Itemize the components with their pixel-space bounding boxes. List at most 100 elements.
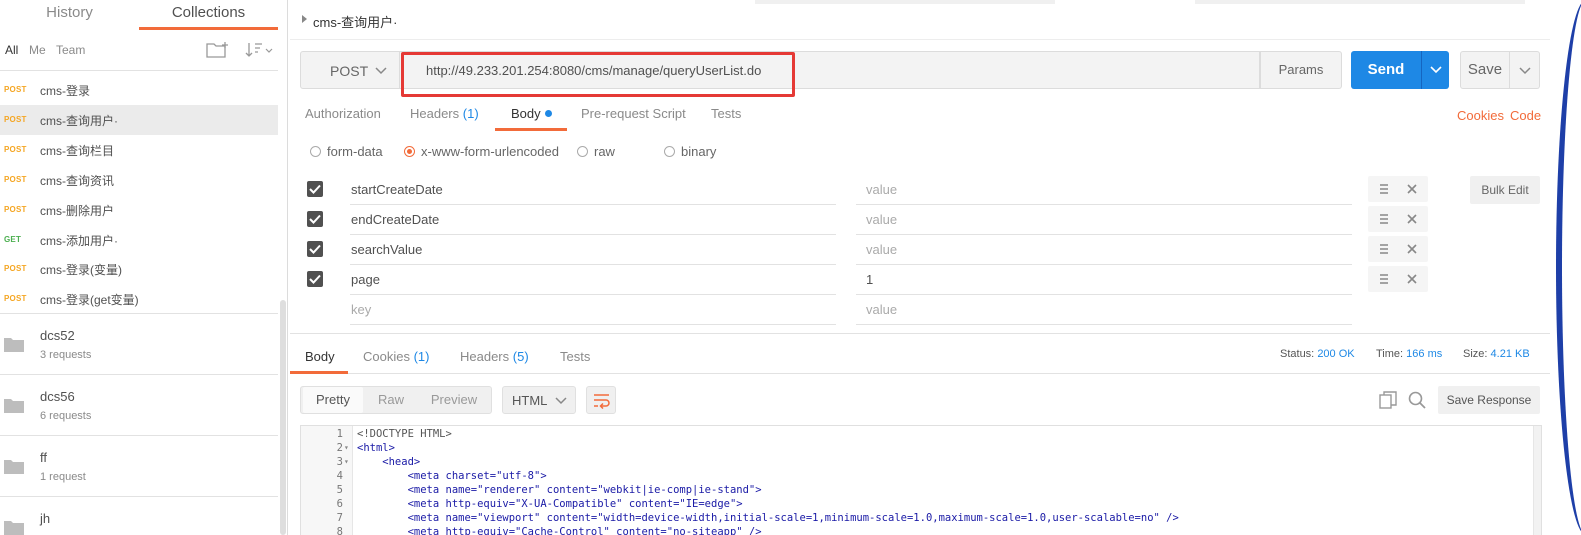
tab-body[interactable]: Body [511, 106, 552, 121]
new-param-key[interactable]: key [350, 295, 836, 325]
param-row-actions [1368, 176, 1428, 202]
request-tabs: Authorization Headers (1) Body Pre-reque… [290, 100, 1550, 131]
collection-folder[interactable]: ff 1 request [0, 435, 278, 496]
param-value[interactable]: value [856, 175, 1352, 205]
response-tab-body[interactable]: Body [305, 349, 335, 364]
sort-icon[interactable] [245, 40, 275, 60]
status-value: 200 OK [1317, 348, 1355, 360]
close-icon[interactable] [1406, 273, 1418, 285]
cookies-link[interactable]: Cookies [1457, 108, 1504, 123]
method-badge: POST [4, 145, 27, 154]
param-enabled-checkbox[interactable] [307, 181, 323, 197]
request-item[interactable]: POST cms-登录 [0, 75, 278, 105]
filter-all[interactable]: All [5, 43, 18, 57]
fold-arrow-icon[interactable]: ▾ [344, 455, 349, 469]
drag-handle-icon[interactable] [1378, 213, 1390, 225]
radio-binary[interactable]: binary [664, 144, 716, 159]
code-text: <!DOCTYPE HTML> [357, 428, 452, 440]
param-enabled-checkbox[interactable] [307, 241, 323, 257]
new-folder-icon[interactable] [206, 41, 230, 59]
radio-x-www-form-urlencoded[interactable]: x-www-form-urlencoded [404, 144, 559, 159]
param-enabled-checkbox[interactable] [307, 211, 323, 227]
response-body-editor[interactable]: 1 <!DOCTYPE HTML> 2 ▾ <html> 3 ▾ <head> 4 <m… [300, 425, 1542, 535]
fold-arrow-icon[interactable]: ▾ [344, 441, 349, 455]
tab-tests[interactable]: Tests [711, 106, 741, 121]
save-button[interactable]: Save [1460, 51, 1510, 89]
wrap-lines-button[interactable] [586, 386, 616, 414]
close-icon[interactable] [1406, 213, 1418, 225]
param-value[interactable]: 1 [856, 265, 1352, 295]
editor-scrollbar[interactable] [1533, 426, 1541, 535]
response-tab-cookies[interactable]: Cookies (1) [363, 349, 429, 364]
collection-folder[interactable]: jh [0, 496, 278, 535]
new-param-value[interactable]: value [856, 295, 1352, 325]
drag-handle-icon[interactable] [1378, 243, 1390, 255]
request-item[interactable]: POST cms-删除用户 [0, 195, 278, 225]
request-item[interactable]: POST cms-查询资讯 [0, 165, 278, 195]
filter-me[interactable]: Me [29, 43, 46, 57]
tab-headers[interactable]: Headers (1) [410, 106, 479, 121]
param-enabled-checkbox[interactable] [307, 271, 323, 287]
method-select[interactable]: POST [300, 51, 400, 89]
filter-team[interactable]: Team [56, 43, 85, 57]
expand-caret-icon[interactable] [302, 15, 307, 23]
view-raw-button[interactable]: Raw [367, 387, 415, 413]
code-line: 4 <meta charset="utf-8"> [301, 469, 1541, 483]
request-title[interactable]: cms-查询用户· [313, 12, 398, 31]
param-key[interactable]: startCreateDate [350, 175, 836, 205]
params-button[interactable]: Params [1260, 51, 1342, 89]
sidebar-scrollbar[interactable] [280, 300, 286, 535]
request-item[interactable]: POST cms-登录(get变量) [0, 284, 278, 314]
tab-headers-label: Headers [410, 106, 460, 121]
param-value[interactable]: value [856, 205, 1352, 235]
code-text: <meta name="renderer" content="webkit|ie… [357, 484, 762, 496]
save-options-button[interactable] [1510, 51, 1540, 89]
active-response-tab-underline [290, 371, 348, 374]
drag-handle-icon[interactable] [1378, 183, 1390, 195]
radio-button [664, 146, 675, 157]
param-key[interactable]: page [350, 265, 836, 295]
collection-folder[interactable]: dcs56 6 requests [0, 374, 278, 435]
format-select-value: HTML [512, 393, 548, 408]
tab-history[interactable]: History [0, 0, 139, 30]
param-key[interactable]: searchValue [350, 235, 836, 265]
format-select[interactable]: HTML [502, 386, 576, 414]
collection-folder[interactable]: dcs52 3 requests [0, 313, 278, 374]
drag-handle-icon[interactable] [1378, 273, 1390, 285]
url-input[interactable] [400, 51, 1260, 89]
copy-icon[interactable] [1379, 391, 1397, 409]
close-icon[interactable] [1406, 243, 1418, 255]
response-tabs: Body Cookies (1) Headers (5) Tests Statu… [290, 340, 1550, 374]
request-item[interactable]: POST cms-登录(变量) [0, 254, 278, 284]
method-badge: POST [4, 85, 27, 94]
tab-collections[interactable]: Collections [139, 0, 278, 30]
tab-prerequest-script[interactable]: Pre-request Script [581, 106, 686, 121]
save-response-button[interactable]: Save Response [1438, 386, 1540, 414]
request-item[interactable]: POST cms-查询栏目 [0, 135, 278, 165]
view-pretty-button[interactable]: Pretty [303, 387, 363, 413]
radio-form-data[interactable]: form-data [310, 144, 383, 159]
request-name: cms-删除用户 [40, 204, 114, 218]
radio-raw[interactable]: raw [577, 144, 615, 159]
code-link[interactable]: Code [1510, 108, 1541, 123]
close-icon[interactable] [1406, 183, 1418, 195]
response-tab-headers-label: Headers [460, 349, 510, 364]
code-line: 8 <meta http-equiv="Cache-Control" conte… [301, 525, 1541, 535]
param-key[interactable]: endCreateDate [350, 205, 836, 235]
param-value[interactable]: value [856, 235, 1352, 265]
request-name: cms-查询用户· [40, 114, 118, 128]
send-button[interactable]: Send [1351, 51, 1421, 89]
tab-authorization[interactable]: Authorization [305, 106, 381, 121]
request-item[interactable]: GET cms-添加用户· [0, 225, 278, 255]
request-workspace: cms-查询用户· POST Params Send Save Authoriz… [290, 0, 1550, 535]
view-preview-button[interactable]: Preview [421, 387, 487, 413]
send-options-button[interactable] [1421, 51, 1449, 89]
bulk-edit-button[interactable]: Bulk Edit [1470, 176, 1540, 204]
response-tab-tests[interactable]: Tests [560, 349, 590, 364]
radio-button [310, 146, 321, 157]
request-item-selected[interactable]: POST cms-查询用户· [0, 105, 278, 135]
search-icon[interactable] [1408, 391, 1426, 409]
collection-filter-row: All Me Team [0, 36, 278, 66]
chevron-down-icon [1430, 66, 1442, 74]
response-tab-headers[interactable]: Headers (5) [460, 349, 529, 364]
